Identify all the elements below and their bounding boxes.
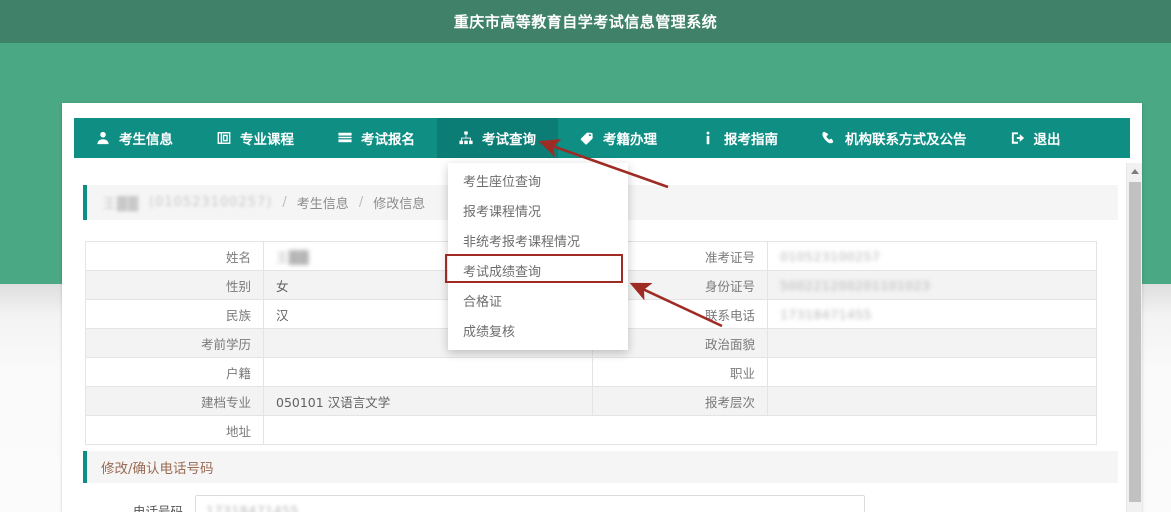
field-label: 报考层次: [592, 386, 768, 416]
dropdown-item-course-status[interactable]: 报考课程情况: [448, 198, 628, 228]
main-navigation: 考生信息 专业课程 考试报名 考试查询 考籍办理 报考指南 机构联系方式及公告 …: [74, 118, 1130, 158]
dropdown-item-nonunified-course[interactable]: 非统考报考课程情况: [448, 228, 628, 258]
nav-item-label: 机构联系方式及公告: [845, 132, 967, 148]
dropdown-item-score-review[interactable]: 成绩复核: [448, 318, 628, 348]
scroll-up-button[interactable]: [1127, 163, 1142, 180]
table-row: 建档专业 050101 汉语言文学 报考层次: [85, 386, 1097, 416]
phone-icon: [822, 131, 836, 145]
phone-input[interactable]: 17318471455: [195, 495, 865, 512]
phone-input-value: 17318471455: [206, 502, 299, 512]
field-label: 户籍: [85, 357, 264, 387]
breadcrumb-separator: /: [358, 195, 364, 210]
page-title: 重庆市高等教育自学考试信息管理系统: [453, 13, 718, 31]
breadcrumb-level-2[interactable]: 修改信息: [373, 193, 425, 212]
phone-panel-title: 修改/确认电话号码: [101, 461, 214, 477]
nav-item-application-guide[interactable]: 报考指南: [679, 118, 800, 158]
field-label: 性别: [85, 270, 264, 300]
nav-item-label: 考试查询: [482, 132, 536, 148]
nav-item-exam-query[interactable]: 考试查询: [437, 118, 558, 158]
field-value: [263, 415, 1097, 445]
triangle-up-icon: [1131, 169, 1139, 174]
nav-item-label: 考试报名: [361, 132, 415, 148]
phone-panel-header: 修改/确认电话号码: [83, 451, 1118, 483]
field-label: 考前学历: [85, 328, 264, 358]
field-value: 17318471455: [767, 299, 1097, 329]
app-header-bar: 重庆市高等教育自学考试信息管理系统: [0, 0, 1171, 43]
info-icon: [701, 131, 715, 145]
field-value: [767, 386, 1097, 416]
dropdown-item-certificate[interactable]: 合格证: [448, 288, 628, 318]
table-row: 户籍 职业: [85, 357, 1097, 387]
field-value: [767, 328, 1097, 358]
breadcrumb-candidate-id: (010523100257): [149, 195, 273, 210]
field-label: 地址: [85, 415, 264, 445]
field-label: 建档专业: [85, 386, 264, 416]
nav-item-contact-and-notice[interactable]: 机构联系方式及公告: [800, 118, 989, 158]
user-icon: [96, 131, 110, 145]
field-label: 民族: [85, 299, 264, 329]
list-icon: [338, 131, 352, 145]
nav-item-label: 专业课程: [240, 132, 294, 148]
dropdown-item-score-query[interactable]: 考试成绩查询: [448, 258, 628, 288]
field-value: [767, 357, 1097, 387]
field-label: 姓名: [85, 241, 264, 271]
phone-form-row: 电话号码 17318471455: [83, 495, 865, 512]
nav-item-logout[interactable]: 退出: [989, 118, 1083, 158]
phone-panel-body: 电话号码 17318471455: [83, 483, 1118, 512]
breadcrumb-candidate-name: 王██: [103, 197, 139, 212]
nav-item-label: 报考指南: [724, 132, 778, 148]
nav-item-exam-registration[interactable]: 考试报名: [316, 118, 437, 158]
exam-query-dropdown-menu: 考生座位查询 报考课程情况 非统考报考课程情况 考试成绩查询 合格证 成绩复核: [448, 163, 628, 350]
nav-item-candidate-info[interactable]: 考生信息: [74, 118, 195, 158]
nav-item-registration-management[interactable]: 考籍办理: [558, 118, 679, 158]
dropdown-item-seat-query[interactable]: 考生座位查询: [448, 168, 628, 198]
tag-icon: [580, 131, 594, 145]
nav-item-label: 考生信息: [119, 132, 173, 148]
field-value: 500221200201101023: [767, 270, 1097, 300]
scrollbar-thumb[interactable]: [1129, 182, 1141, 502]
field-label: 职业: [592, 357, 768, 387]
breadcrumb-level-1[interactable]: 考生信息: [297, 193, 349, 212]
nav-item-label: 退出: [1033, 132, 1061, 148]
vertical-scrollbar[interactable]: [1126, 163, 1142, 512]
breadcrumb-separator: /: [282, 195, 287, 210]
field-value: [263, 357, 593, 387]
field-value: 010523100257: [767, 241, 1097, 271]
nav-item-label: 考籍办理: [603, 132, 657, 148]
table-row: 地址: [85, 415, 1097, 445]
nav-item-major-courses[interactable]: 专业课程: [195, 118, 316, 158]
sitemap-icon: [459, 131, 473, 145]
book-icon: [217, 131, 231, 145]
phone-field-label: 电话号码: [132, 503, 183, 512]
field-value: 050101 汉语言文学: [263, 386, 593, 416]
logout-icon: [1011, 131, 1025, 145]
